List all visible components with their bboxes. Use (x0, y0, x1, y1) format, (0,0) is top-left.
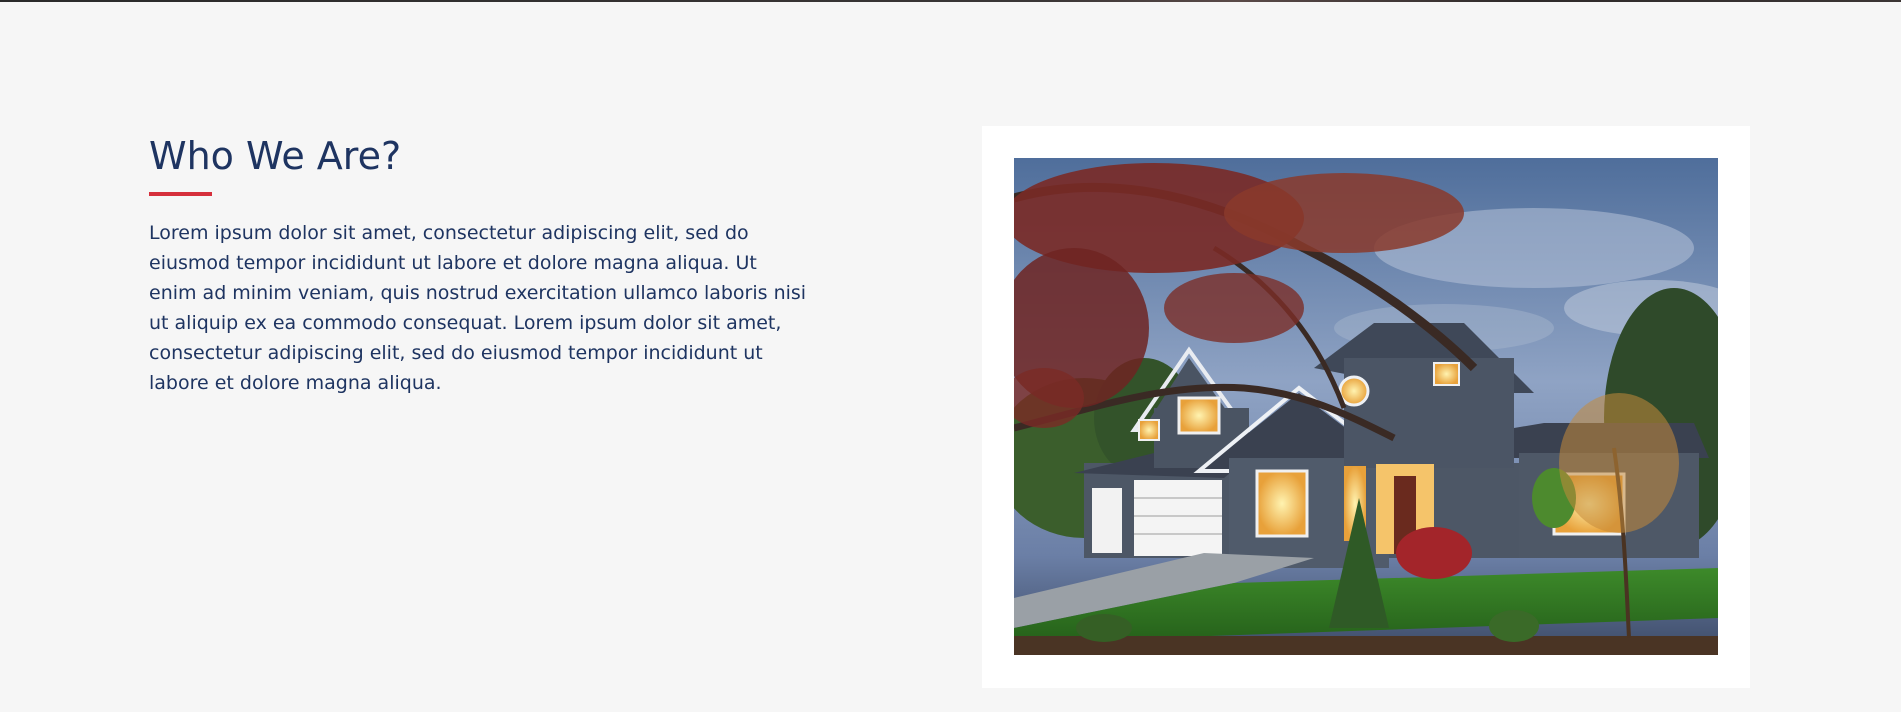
about-text-column: Who We Are? Lorem ipsum dolor sit amet, … (149, 130, 809, 398)
who-we-are-section: Who We Are? Lorem ipsum dolor sit amet, … (0, 2, 1901, 712)
title-underline-accent (149, 192, 212, 196)
section-title: Who We Are? (149, 134, 402, 178)
section-description: Lorem ipsum dolor sit amet, consectetur … (149, 222, 807, 394)
image-frame (982, 126, 1750, 688)
house-photo-icon (1014, 158, 1718, 655)
